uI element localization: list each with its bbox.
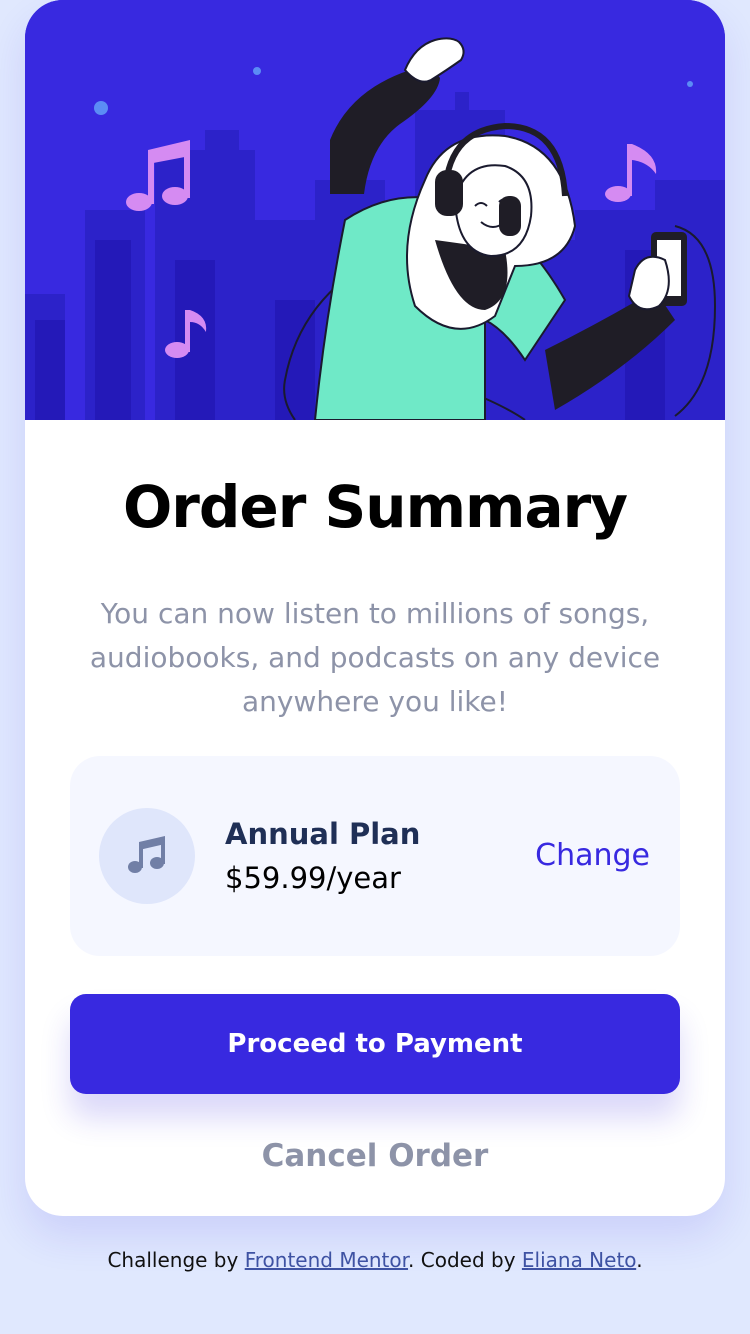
attribution-prefix: Challenge by bbox=[107, 1248, 245, 1272]
plan-summary: Annual Plan $59.99/year Change bbox=[70, 756, 680, 956]
plan-name: Annual Plan bbox=[225, 817, 421, 851]
attribution: Challenge by Frontend Mentor. Coded by E… bbox=[0, 1245, 750, 1275]
frontend-mentor-link[interactable]: Frontend Mentor bbox=[245, 1248, 408, 1272]
page-title: Order Summary bbox=[122, 473, 628, 541]
music-note-icon bbox=[128, 836, 165, 873]
author-link[interactable]: Eliana Neto bbox=[522, 1248, 636, 1272]
card-description: You can now listen to millions of songs,… bbox=[89, 597, 661, 718]
attribution-middle: . Coded by bbox=[408, 1248, 522, 1272]
plan-price: $59.99/year bbox=[225, 861, 401, 895]
plan-icon-wrapper bbox=[99, 808, 195, 904]
proceed-to-payment-button[interactable]: Proceed to Payment bbox=[70, 994, 680, 1094]
woman-dancing-illustration bbox=[25, 0, 725, 420]
page: Order Summary You can now listen to mill… bbox=[0, 0, 750, 1334]
hero-illustration bbox=[25, 0, 725, 420]
cancel-order-button[interactable]: Cancel Order bbox=[25, 1134, 725, 1178]
order-summary-card: Order Summary You can now listen to mill… bbox=[25, 0, 725, 1216]
attribution-suffix: . bbox=[636, 1248, 643, 1272]
change-plan-link[interactable]: Change bbox=[535, 836, 650, 876]
